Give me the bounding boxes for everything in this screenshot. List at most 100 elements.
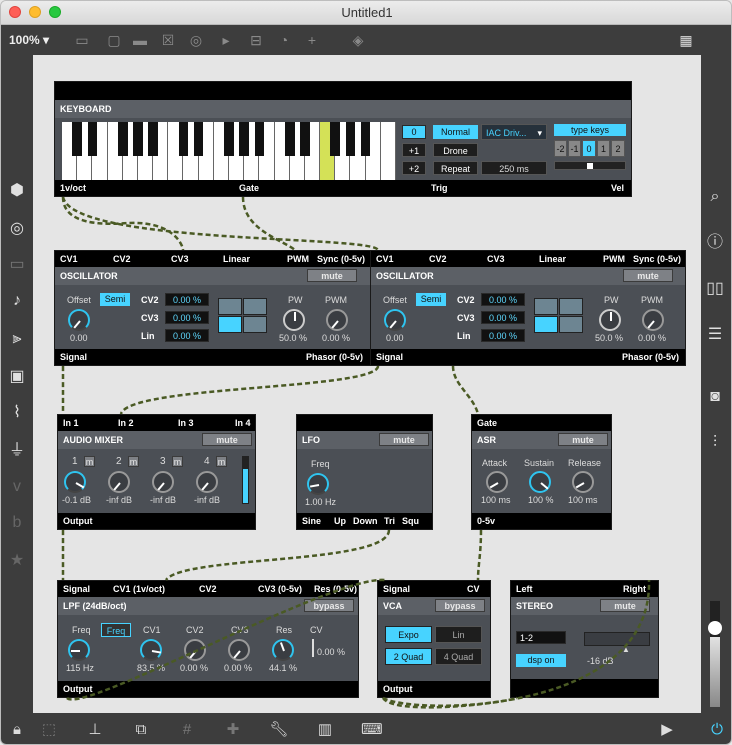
mixer-in-2[interactable]: In 2 [118,418,134,428]
lpf-in-signal[interactable]: Signal [63,584,90,594]
number-icon[interactable]: ▸ [217,31,235,49]
osc2-out-signal[interactable]: Signal [376,352,403,362]
out-vel[interactable]: Vel [611,183,624,193]
lpf-bypass-button[interactable]: bypass [304,599,354,612]
octave-select-2[interactable]: 2 [611,140,625,157]
mixer-ch3-knob[interactable] [152,471,174,493]
mixer-ch2-knob[interactable] [108,471,130,493]
black-key[interactable] [193,122,204,156]
lpf-in-cv2[interactable]: CV2 [199,584,217,594]
lpf-cv3-knob[interactable] [228,639,250,661]
list-icon[interactable]: ☰ [705,325,725,345]
lfo-out-sine[interactable]: Sine [302,516,321,526]
sine-wave-icon[interactable] [218,298,242,315]
target-icon[interactable]: ◎ [7,219,27,239]
osc2-offset-knob[interactable] [384,309,406,331]
star-icon[interactable]: ★ [7,551,27,571]
vca-bypass-button[interactable]: bypass [435,599,485,612]
black-key[interactable] [72,122,83,156]
drone-button[interactable]: Drone [433,143,478,157]
presentation-mode-icon[interactable]: ⊥ [85,720,105,740]
octave-plus2[interactable]: +2 [402,161,426,175]
music-note-icon[interactable]: ♪ [7,291,27,311]
osc1-in-cv3[interactable]: CV3 [171,254,189,264]
packages-icon[interactable]: ⬢ [7,181,27,201]
search-icon[interactable]: ⌕ [705,187,725,207]
lpf-cv1-knob[interactable] [140,639,162,661]
triangle-wave-icon[interactable] [243,298,267,315]
presentation-icon[interactable]: ▭ [73,31,91,49]
osc1-in-cv2[interactable]: CV2 [113,254,131,264]
white-key[interactable] [380,122,396,180]
mixer-ch1-knob[interactable] [64,471,86,493]
osc1-in-linear[interactable]: Linear [223,254,250,264]
osc1-lin-value[interactable]: 0.00 % [165,329,209,342]
sine-wave-icon[interactable] [534,298,558,315]
octave-plus1[interactable]: +1 [402,143,426,157]
vca-in-cv[interactable]: CV [467,584,480,594]
asr-sustain-knob[interactable] [529,471,551,493]
octave-select-0[interactable]: 0 [582,140,596,157]
osc2-cv3-value[interactable]: 0.00 % [481,311,525,324]
osc2-in-linear[interactable]: Linear [539,254,566,264]
black-key[interactable] [345,122,356,156]
black-key[interactable] [254,122,265,156]
mixer-in-1[interactable]: In 1 [63,418,79,428]
out-1voct[interactable]: 1v/oct [60,183,86,193]
osc2-mute-button[interactable]: mute [623,269,673,282]
comment-icon[interactable]: ▬ [131,31,149,49]
midi-device-menu[interactable]: IAC Driv... ▾ [481,124,547,140]
asr-in-gate[interactable]: Gate [477,418,497,428]
black-key[interactable] [284,122,295,156]
camera-icon[interactable]: ◙ [705,387,725,407]
vca-expo-button[interactable]: Expo [385,626,432,643]
black-key[interactable] [117,122,128,156]
image-icon[interactable]: ▣ [7,367,27,387]
black-key[interactable] [148,122,158,156]
new-object-icon[interactable]: ✚ [223,720,243,740]
windows-icon[interactable]: ⧉ [131,720,151,740]
stereo-mute-button[interactable]: mute [600,599,650,612]
osc2-waveform-selector[interactable] [534,298,584,335]
osc2-in-cv2[interactable]: CV2 [429,254,447,264]
wrench-icon[interactable]: 🔧︎ [269,720,289,740]
mixer-ch3-mute[interactable]: m [172,456,183,467]
lpf-in-res[interactable]: Res (0-5v) [314,584,357,594]
power-icon[interactable]: ⏻ [707,720,727,740]
computer-keyboard-icon[interactable]: ⌨ [361,720,383,740]
paint-icon[interactable]: ◈ [349,31,367,49]
black-key[interactable] [300,122,310,156]
lpf-cv2-knob[interactable] [184,639,206,661]
zoom-menu[interactable]: 100% ▾ [9,33,49,47]
paperclip-icon[interactable]: ⌇ [7,403,27,423]
lfo-out-squ[interactable]: Squ [402,516,419,526]
osc2-in-cv3[interactable]: CV3 [487,254,505,264]
octave-0[interactable]: 0 [402,125,426,139]
lpf-cv-slider[interactable] [312,639,314,657]
lfo-out-tri[interactable]: Tri [384,516,395,526]
vca-in-signal[interactable]: Signal [383,584,410,594]
osc1-in-sync[interactable]: Sync (0-5v) [317,254,365,264]
osc2-in-pwm[interactable]: PWM [603,254,625,264]
black-key[interactable] [133,122,143,156]
osc2-cv2-value[interactable]: 0.00 % [481,293,525,306]
repeat-time[interactable]: 250 ms [481,161,547,175]
type-keys-button[interactable]: type keys [554,124,626,136]
stereo-in-left[interactable]: Left [516,584,533,594]
octave-select-m2[interactable]: -2 [554,140,567,157]
lfo-out-down[interactable]: Down [353,516,378,526]
lock-icon[interactable]: 🔒︎ [7,720,27,740]
lfo-mute-button[interactable]: mute [379,433,429,446]
lpf-in-cv3[interactable]: CV3 (0-5v) [258,584,302,594]
lfo-out-up[interactable]: Up [334,516,346,526]
osc2-pw-knob[interactable] [599,309,621,331]
osc2-lin-value[interactable]: 0.00 % [481,329,525,342]
plug-icon[interactable]: ⏚ [7,441,27,461]
lpf-out[interactable]: Output [63,684,93,694]
asr-release-knob[interactable] [572,471,594,493]
black-key[interactable] [330,122,341,156]
osc1-pw-knob[interactable] [283,309,305,331]
select-icon[interactable]: ⬚ [39,720,59,740]
book-icon[interactable]: ▯▯ [705,279,725,299]
mixer-in-3[interactable]: In 3 [178,418,194,428]
